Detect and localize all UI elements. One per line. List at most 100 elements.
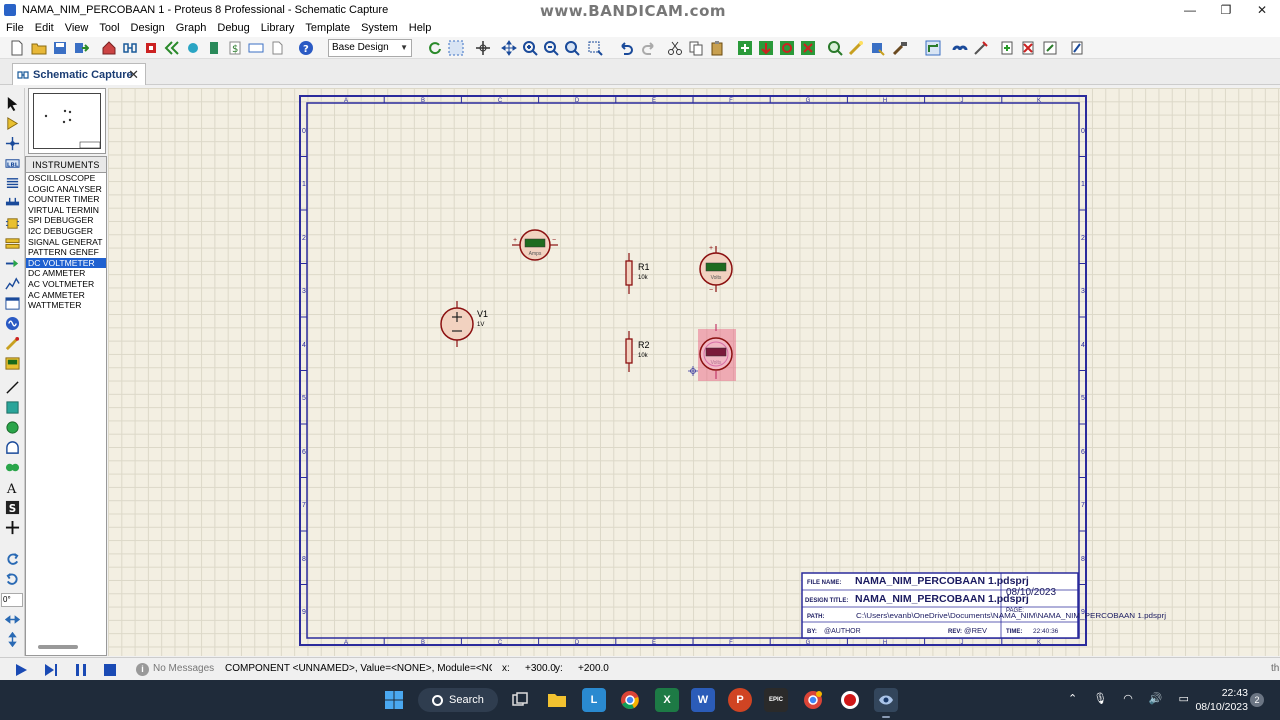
zoom-area-icon[interactable] <box>586 39 604 57</box>
save-icon[interactable] <box>51 39 69 57</box>
refresh-icon[interactable] <box>426 39 444 57</box>
home-icon[interactable] <box>100 39 118 57</box>
instrument-dc-voltmeter[interactable]: DC VOLTMETER <box>26 257 106 269</box>
dollar-icon[interactable]: $ <box>226 39 244 57</box>
instrument-ac-voltmeter[interactable]: AC VOLTMETER <box>26 279 106 290</box>
menu-debug[interactable]: Debug <box>217 22 249 34</box>
virtual-instruments-icon[interactable] <box>3 354 21 372</box>
instrument-wattmeter[interactable]: WATTMETER <box>26 300 106 311</box>
dc-voltmeter-placement-ghost[interactable]: Volts <box>688 324 736 381</box>
make-device-icon[interactable] <box>847 39 865 57</box>
play-icon[interactable] <box>12 661 30 678</box>
design-variant-select[interactable]: Base Design ▼ <box>328 39 412 57</box>
pause-icon[interactable] <box>72 661 90 678</box>
undo-icon[interactable] <box>617 39 635 57</box>
chevron-up-icon[interactable]: ⌃ <box>1068 692 1077 705</box>
dc-ammeter-component[interactable]: Amps + − <box>512 229 558 261</box>
close-window-button[interactable]: ✕ <box>1244 0 1280 19</box>
pick-device-icon[interactable] <box>826 39 844 57</box>
rotate-clockwise-icon[interactable] <box>3 550 21 568</box>
design-explorer-icon[interactable] <box>1068 39 1086 57</box>
menu-system[interactable]: System <box>361 22 398 34</box>
menu-view[interactable]: View <box>65 22 89 34</box>
instrument-pattern-generator[interactable]: PATTERN GENEF <box>26 247 106 258</box>
block-delete-icon[interactable] <box>799 39 817 57</box>
instrument-oscilloscope[interactable]: OSCILLOSCOPE <box>26 173 106 184</box>
menu-tool[interactable]: Tool <box>99 22 119 34</box>
instrument-ac-ammeter[interactable]: AC AMMETER <box>26 290 106 301</box>
2d-circle-icon[interactable] <box>3 418 21 436</box>
maximize-button[interactable]: ❐ <box>1208 0 1244 19</box>
document-icon[interactable] <box>268 39 286 57</box>
tab-schematic-capture[interactable]: Schematic Capture ✕ <box>12 63 146 85</box>
taskbar-search[interactable]: Search <box>418 688 498 712</box>
title-block[interactable]: FILE NAME: NAMA_NIM_PERCOBAAN 1.pdsprj 0… <box>801 572 1166 639</box>
2d-markers-icon[interactable] <box>3 518 21 536</box>
tape-recorder-icon[interactable] <box>3 294 21 312</box>
component-mode-icon[interactable] <box>3 114 21 132</box>
wifi-icon[interactable]: ◠ <box>1123 692 1133 705</box>
device-pins-icon[interactable] <box>3 254 21 272</box>
junction-dot-icon[interactable] <box>3 134 21 152</box>
new-file-icon[interactable] <box>8 39 26 57</box>
taskbar-clock[interactable]: 22:43 08/10/2023 <box>1186 686 1248 714</box>
windows-start-icon[interactable] <box>382 688 406 712</box>
rotation-angle-field[interactable]: 0° <box>1 593 23 607</box>
pcb-icon[interactable] <box>142 39 160 57</box>
mirror-vertical-icon[interactable] <box>3 630 21 648</box>
menu-template[interactable]: Template <box>305 22 350 34</box>
tab-close-icon[interactable]: ✕ <box>128 67 139 83</box>
subcircuit-icon[interactable] <box>3 214 21 232</box>
dc-voltmeter-component[interactable]: Volts + − <box>699 245 733 294</box>
proteus-taskbar-icon[interactable] <box>874 688 898 712</box>
v1-dc-source[interactable]: V1 1V <box>440 301 488 347</box>
schematic-editing-window[interactable]: A B C D E F G H J K A B C D E F G H J K … <box>108 88 1280 656</box>
open-folder-icon[interactable] <box>30 39 48 57</box>
search-tag-icon[interactable] <box>951 39 969 57</box>
instrument-counter-timer[interactable]: COUNTER TIMER <box>26 194 106 205</box>
2d-line-icon[interactable] <box>3 378 21 396</box>
block-move-icon[interactable] <box>757 39 775 57</box>
2d-text-icon[interactable]: A <box>3 478 21 496</box>
excel-icon[interactable]: X <box>655 688 679 712</box>
paste-icon[interactable] <box>708 39 726 57</box>
gerber-icon[interactable] <box>163 39 181 57</box>
schematic-icon[interactable] <box>121 39 139 57</box>
menu-file[interactable]: File <box>6 22 24 34</box>
cut-icon[interactable] <box>666 39 684 57</box>
overview-window[interactable] <box>28 88 106 154</box>
minimize-button[interactable]: — <box>1172 0 1208 19</box>
menu-edit[interactable]: Edit <box>35 22 54 34</box>
microphone-icon[interactable]: 🎙 <box>1093 692 1107 705</box>
messages-status[interactable]: No Messages <box>153 663 214 674</box>
menu-library[interactable]: Library <box>261 22 295 34</box>
bom-icon[interactable] <box>205 39 223 57</box>
app-l-icon[interactable]: L <box>582 688 606 712</box>
instrument-signal-generator[interactable]: SIGNAL GENERAT <box>26 237 106 248</box>
file-explorer-icon[interactable] <box>545 688 569 712</box>
zoom-all-icon[interactable] <box>563 39 581 57</box>
source-code-icon[interactable] <box>247 39 265 57</box>
buses-icon[interactable] <box>3 194 21 212</box>
block-rotate-icon[interactable] <box>778 39 796 57</box>
2d-path-icon[interactable] <box>3 458 21 476</box>
r2-resistor[interactable]: R2 10k <box>625 331 650 372</box>
new-sheet-icon[interactable] <box>998 39 1016 57</box>
help-icon[interactable]: ? <box>297 39 315 57</box>
wire-autorouter-icon[interactable] <box>924 39 942 57</box>
decompose-icon[interactable] <box>891 39 909 57</box>
grid-toggle-icon[interactable] <box>447 39 465 57</box>
instrument-spi-debugger[interactable]: SPI DEBUGGER <box>26 215 106 226</box>
zoom-in-icon[interactable] <box>521 39 539 57</box>
graph-mode-icon[interactable] <box>3 274 21 292</box>
pan-icon[interactable] <box>500 39 518 57</box>
property-tool-icon[interactable] <box>972 39 990 57</box>
redo-icon[interactable] <box>640 39 658 57</box>
menu-help[interactable]: Help <box>409 22 432 34</box>
instrument-dc-ammeter[interactable]: DC AMMETER <box>26 268 106 279</box>
voltage-probe-icon[interactable] <box>3 334 21 352</box>
r1-resistor[interactable]: R1 10k <box>625 253 650 294</box>
instrument-logic-analyser[interactable]: LOGIC ANALYSER <box>26 184 106 195</box>
volume-icon[interactable]: 🔊 <box>1149 692 1163 705</box>
generator-mode-icon[interactable] <box>3 314 21 332</box>
